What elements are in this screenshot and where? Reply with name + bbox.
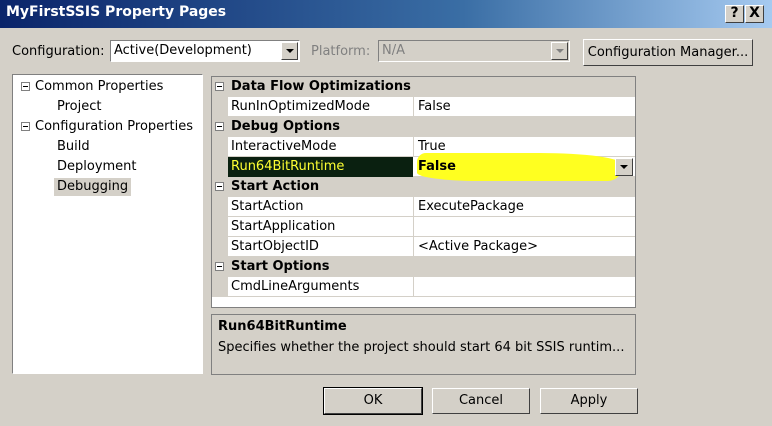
- configuration-manager-button[interactable]: Configuration Manager...: [583, 39, 753, 66]
- category-debug-options[interactable]: Debug Options: [212, 117, 635, 137]
- platform-label: Platform:: [311, 44, 371, 59]
- description-text: Specifies whether the project should sta…: [218, 340, 625, 355]
- collapse-icon[interactable]: [215, 122, 224, 131]
- property-name: StartApplication: [231, 219, 336, 234]
- tree-item-common-properties[interactable]: Common Properties: [21, 78, 163, 96]
- column-divider: [413, 217, 414, 237]
- column-divider: [413, 237, 414, 257]
- configuration-dropdown[interactable]: Active(Development): [110, 40, 300, 62]
- apply-button[interactable]: Apply: [540, 388, 638, 414]
- property-row-startobjectid[interactable]: StartObjectID <Active Package>: [212, 237, 635, 257]
- collapse-icon[interactable]: [215, 182, 224, 191]
- tree-item-debugging[interactable]: Debugging: [54, 178, 132, 196]
- property-row-runinoptimizedmode[interactable]: RunInOptimizedMode False: [212, 97, 635, 117]
- property-grid[interactable]: Data Flow Optimizations RunInOptimizedMo…: [211, 76, 636, 308]
- tree-item-label: Configuration Properties: [35, 119, 193, 134]
- collapse-icon[interactable]: [21, 82, 30, 91]
- property-name: Run64BitRuntime: [231, 159, 345, 174]
- tree-item-label: Debugging: [57, 179, 129, 194]
- row-gutter: [212, 197, 228, 217]
- platform-dropdown: N/A: [378, 40, 570, 62]
- property-name: CmdLineArguments: [231, 279, 360, 294]
- category-label: Start Options: [231, 259, 330, 274]
- tree-item-label: Common Properties: [35, 79, 164, 94]
- window-title: MyFirstSSIS Property Pages: [6, 4, 227, 20]
- property-pages-dialog: MyFirstSSIS Property Pages ? X Configura…: [0, 0, 772, 426]
- property-row-cmdlinearguments[interactable]: CmdLineArguments: [212, 277, 635, 297]
- row-gutter: [212, 277, 228, 297]
- property-name: InteractiveMode: [231, 139, 337, 154]
- category-label: Data Flow Optimizations: [231, 79, 411, 94]
- title-bar[interactable]: MyFirstSSIS Property Pages ? X: [0, 0, 772, 28]
- property-value[interactable]: False: [418, 99, 451, 114]
- category-label: Debug Options: [231, 119, 340, 134]
- tree-item-deployment[interactable]: Deployment: [57, 158, 137, 176]
- property-name: RunInOptimizedMode: [231, 99, 370, 114]
- tree-item-build[interactable]: Build: [57, 138, 90, 156]
- platform-value: N/A: [382, 43, 405, 58]
- cancel-button[interactable]: Cancel: [432, 388, 530, 414]
- property-value[interactable]: False: [418, 159, 456, 174]
- property-value[interactable]: ExecutePackage: [418, 199, 524, 214]
- property-row-startapplication[interactable]: StartApplication: [212, 217, 635, 237]
- category-start-options[interactable]: Start Options: [212, 257, 635, 277]
- chevron-down-icon[interactable]: [615, 158, 633, 176]
- column-divider: [413, 277, 414, 297]
- close-button[interactable]: X: [745, 5, 764, 23]
- collapse-icon[interactable]: [215, 262, 224, 271]
- tree-item-label: Build: [57, 139, 90, 154]
- column-divider: [413, 97, 414, 117]
- row-gutter: [212, 157, 228, 177]
- collapse-icon[interactable]: [21, 122, 30, 131]
- tree-item-label: Deployment: [57, 159, 137, 174]
- row-gutter: [212, 97, 228, 117]
- row-gutter: [212, 237, 228, 257]
- description-panel: Run64BitRuntime Specifies whether the pr…: [211, 314, 636, 375]
- help-button[interactable]: ?: [725, 5, 744, 23]
- chevron-down-icon[interactable]: [281, 42, 298, 60]
- property-name: StartAction: [231, 199, 304, 214]
- column-divider: [413, 197, 414, 217]
- category-label: Start Action: [231, 179, 320, 194]
- category-data-flow-optimizations[interactable]: Data Flow Optimizations: [212, 77, 635, 97]
- configuration-label: Configuration:: [12, 44, 105, 59]
- tree-item-configuration-properties[interactable]: Configuration Properties: [21, 118, 193, 136]
- property-row-run64bitruntime[interactable]: Run64BitRuntime False: [212, 153, 635, 181]
- settings-tree[interactable]: Common Properties Project Configuration …: [12, 74, 203, 374]
- description-title: Run64BitRuntime: [218, 319, 347, 334]
- chevron-down-icon: [551, 42, 568, 60]
- column-divider: [413, 137, 414, 157]
- tree-item-project[interactable]: Project: [57, 98, 101, 116]
- property-name: StartObjectID: [231, 239, 319, 254]
- collapse-icon[interactable]: [215, 82, 224, 91]
- ok-button[interactable]: OK: [323, 387, 423, 415]
- property-value[interactable]: True: [418, 139, 446, 154]
- configuration-value: Active(Development): [114, 43, 252, 58]
- row-gutter: [212, 137, 228, 157]
- row-gutter: [212, 217, 228, 237]
- tree-item-label: Project: [57, 99, 102, 114]
- property-row-startaction[interactable]: StartAction ExecutePackage: [212, 197, 635, 217]
- property-value[interactable]: <Active Package>: [418, 239, 538, 254]
